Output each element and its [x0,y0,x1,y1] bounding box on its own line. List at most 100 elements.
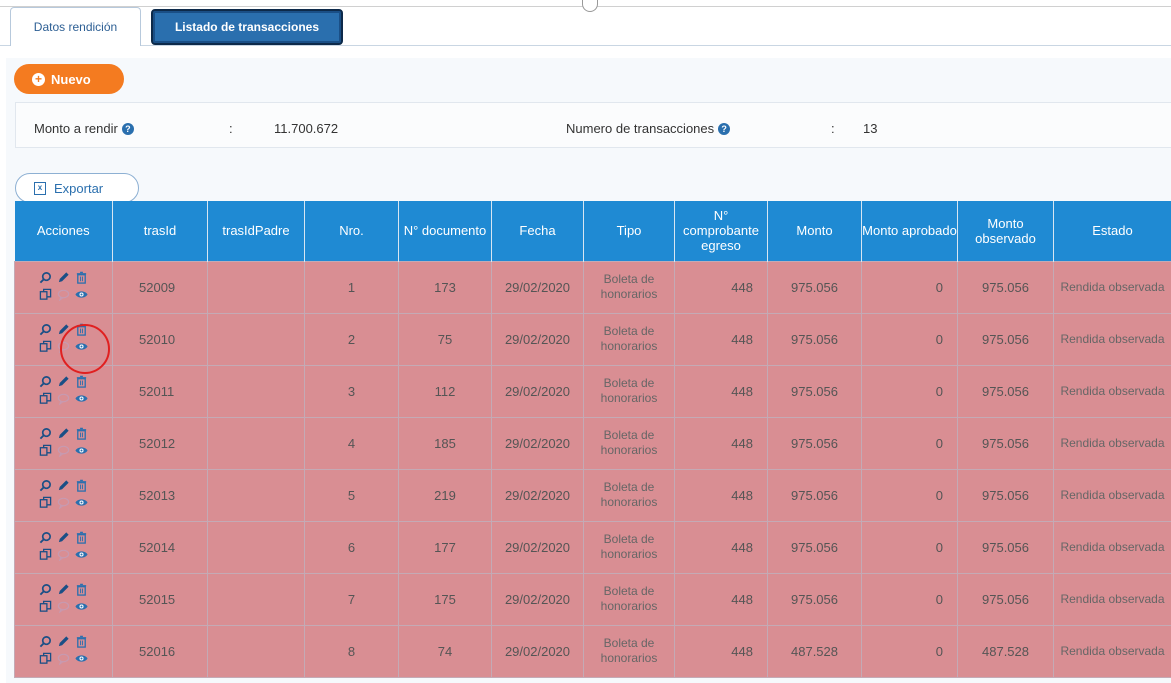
search-icon[interactable] [39,583,52,599]
col-fecha[interactable]: Fecha [491,201,584,261]
documento-cell: 74 [398,624,492,678]
monto-aprobado-cell: 0 [861,260,958,314]
col-tipo[interactable]: Tipo [583,201,675,261]
actions-cell [14,572,113,626]
col-nro[interactable]: Nro. [304,201,399,261]
monto-aprobado-cell: 0 [861,416,958,470]
copy-icon[interactable] [39,600,52,616]
help-icon[interactable]: ? [718,123,731,135]
edit-icon[interactable] [57,375,70,391]
trash-icon[interactable] [75,375,88,391]
trasidpadre-cell [207,260,305,314]
table-row: 52013 5 219 29/02/2020 Boleta de honorarios 4… [14,468,1171,522]
comment-icon[interactable] [57,600,70,616]
tab-listado-transacciones[interactable]: Listado de transacciones [151,9,343,45]
documento-cell: 173 [398,260,492,314]
help-icon[interactable]: ? [121,123,134,135]
copy-icon[interactable] [39,340,52,356]
trasidpadre-cell [207,624,305,678]
copy-icon[interactable] [39,444,52,460]
actions-cell [14,520,113,574]
search-icon[interactable] [39,271,52,287]
search-icon[interactable] [39,531,52,547]
edit-icon[interactable] [57,531,70,547]
monto-cell: 487.528 [767,624,862,678]
trasid-cell: 52015 [112,572,208,626]
trasid-cell: 52011 [112,364,208,418]
tab-datos-rendicion[interactable]: Datos rendición [10,7,141,46]
col-trasidpadre[interactable]: trasIdPadre [207,201,305,261]
search-icon[interactable] [39,323,52,339]
monto-cell: 975.056 [767,572,862,626]
eye-icon[interactable] [75,288,88,304]
search-icon[interactable] [39,635,52,651]
copy-icon[interactable] [39,288,52,304]
eye-icon[interactable] [75,496,88,512]
edit-icon[interactable] [57,479,70,495]
col-trasid[interactable]: trasId [112,201,208,261]
table-row: 52012 4 185 29/02/2020 Boleta de honorarios 4… [14,416,1171,470]
trasid-cell: 52012 [112,416,208,470]
trash-icon[interactable] [75,635,88,651]
comment-icon[interactable] [57,288,70,304]
nuevo-label: Nuevo [51,71,91,87]
col-monto-observado[interactable]: Monto observado [957,201,1054,261]
comment-icon[interactable] [57,496,70,512]
comment-icon[interactable] [57,652,70,668]
monto-aprobado-cell: 0 [861,468,958,522]
resize-handle[interactable] [582,0,598,12]
eye-icon[interactable] [75,600,88,616]
eye-icon[interactable] [75,444,88,460]
nro-cell: 3 [304,364,399,418]
trash-icon[interactable] [75,271,88,287]
col-acciones[interactable]: Acciones [14,201,113,261]
col-estado[interactable]: Estado [1053,201,1171,261]
documento-cell: 112 [398,364,492,418]
copy-icon[interactable] [39,496,52,512]
edit-icon[interactable] [57,635,70,651]
copy-icon[interactable] [39,548,52,564]
trasid-cell: 52010 [112,312,208,366]
trash-icon[interactable] [75,583,88,599]
tipo-cell: Boleta de honorarios [583,364,675,418]
copy-icon[interactable] [39,652,52,668]
exportar-button[interactable]: x Exportar [15,173,139,203]
comment-icon[interactable] [57,392,70,408]
search-icon[interactable] [39,375,52,391]
monto-observado-cell: 975.056 [957,520,1054,574]
edit-icon[interactable] [57,271,70,287]
comment-icon[interactable] [57,444,70,460]
table-body: 52009 1 173 29/02/2020 Boleta de honorarios 4… [14,260,1171,678]
eye-icon[interactable] [75,652,88,668]
trash-icon[interactable] [75,427,88,443]
col-documento[interactable]: N° documento [398,201,492,261]
search-icon[interactable] [39,427,52,443]
copy-icon[interactable] [39,392,52,408]
numero-label: Numero de transacciones? [566,121,731,136]
trasidpadre-cell [207,364,305,418]
eye-icon[interactable] [75,392,88,408]
col-monto[interactable]: Monto [767,201,862,261]
eye-icon[interactable] [75,548,88,564]
numero-value: 13 [863,121,878,136]
trasid-cell: 52009 [112,260,208,314]
comprobante-cell: 448 [674,624,768,678]
edit-icon[interactable] [57,583,70,599]
comment-icon[interactable] [57,548,70,564]
trash-icon[interactable] [75,479,88,495]
estado-cell: Rendida observada [1053,468,1171,522]
trash-icon[interactable] [75,531,88,547]
transactions-table: Acciones trasId trasIdPadre Nro. N° docu… [14,201,1171,678]
nuevo-button[interactable]: + Nuevo [14,64,124,94]
trasidpadre-cell [207,312,305,366]
documento-cell: 175 [398,572,492,626]
estado-cell: Rendida observada [1053,312,1171,366]
col-comprobante[interactable]: N° comprobante egreso [674,201,768,261]
comprobante-cell: 448 [674,468,768,522]
search-icon[interactable] [39,479,52,495]
table-row: 52016 8 74 29/02/2020 Boleta de honorarios 44… [14,624,1171,678]
nro-cell: 1 [304,260,399,314]
col-monto-aprobado[interactable]: Monto aprobado [861,201,958,261]
documento-cell: 185 [398,416,492,470]
edit-icon[interactable] [57,427,70,443]
